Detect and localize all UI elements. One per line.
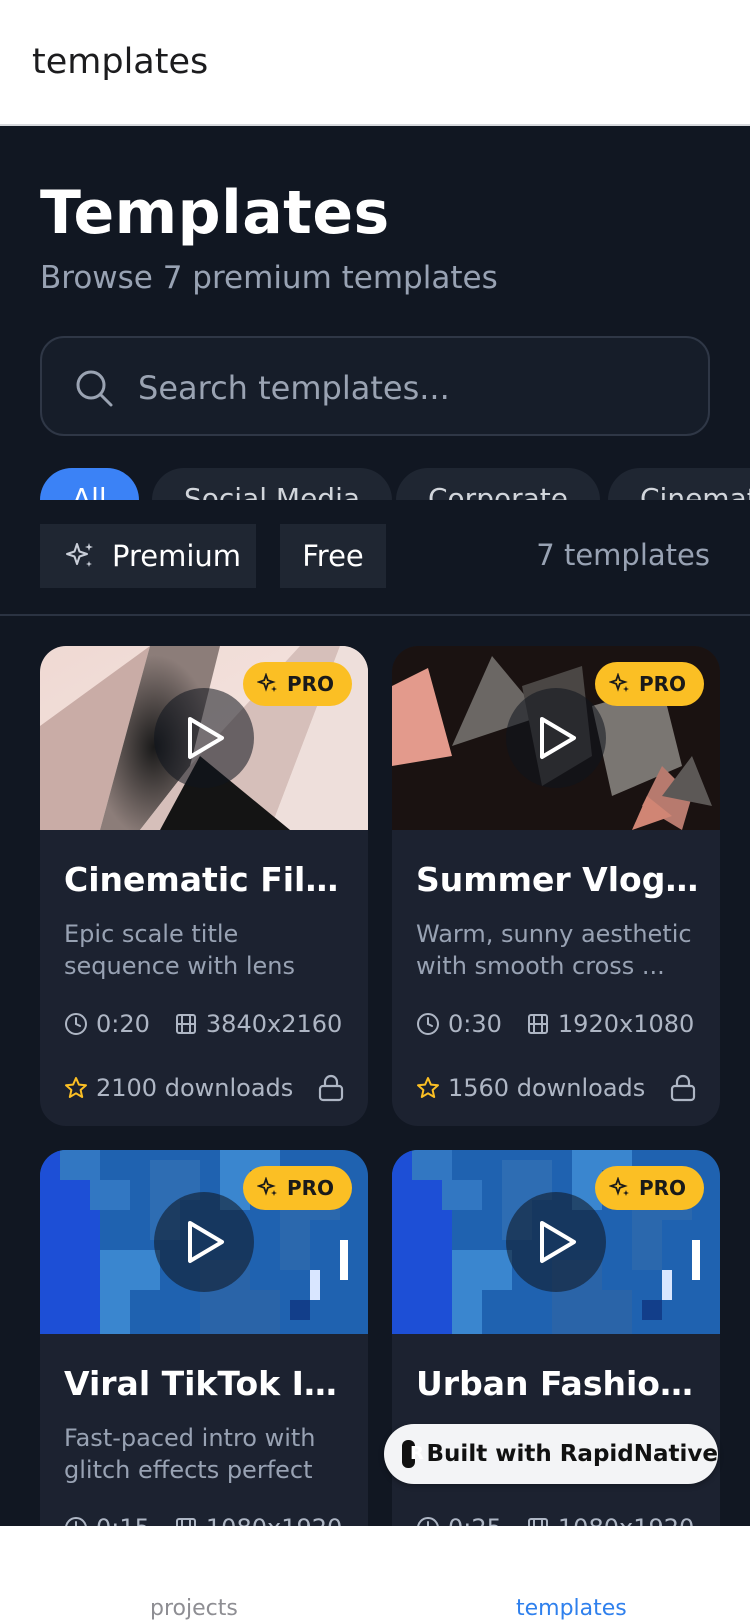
template-thumbnail[interactable]: PRO [392,1150,720,1334]
film-icon [527,1518,548,1526]
template-thumbnail[interactable]: PRO [392,646,720,830]
film-icon [175,1518,196,1526]
star-icon [65,1077,87,1098]
play-icon [188,1221,224,1263]
template-card[interactable]: PRO Viral TikTok Intro Fast-paced intro … [40,1150,368,1526]
tab-templates[interactable]: templates [516,1596,627,1624]
template-card[interactable]: PRO Summer Vlog M... Warm, sunny aesthet… [392,646,720,1126]
card-duration: 0:15 [96,1514,150,1526]
card-resolution: 3840x2160 [205,1010,343,1038]
category-chip-social-media[interactable]: Social Media [152,468,393,500]
star-icon [417,1077,439,1098]
card-description: Warm, sunny aesthetic with smooth cross … [416,920,692,980]
play-icon [540,1221,576,1263]
page-subtitle: Browse 7 premium templates [40,260,498,296]
card-title: Summer Vlog M... [416,860,700,899]
app-header: templates [0,0,750,126]
card-title: Urban Fashion ... [416,1364,700,1403]
card-title: Viral TikTok Intro [64,1364,348,1403]
pro-badge-label: PRO [638,1176,686,1200]
play-icon [188,717,224,759]
pro-badge: PRO [242,662,352,706]
card-duration: 0:20 [96,1010,150,1038]
sparkles-icon [608,1177,629,1196]
category-chip-cinematic[interactable]: Cinematic [608,468,750,500]
free-filter-button[interactable]: Free [280,524,386,588]
bottom-tab-bar: projects templates [0,1526,750,1624]
category-chip-all[interactable]: All [40,468,139,500]
search-box[interactable] [40,336,710,436]
template-card[interactable]: PRO Cinematic Film ... Epic scale title … [40,646,368,1126]
play-icon [540,717,576,759]
card-meta: 0:30 1920x1080 [416,1008,694,1040]
card-meta: 0:20 3840x2160 [64,1008,342,1040]
play-button[interactable] [154,688,254,788]
premium-filter-button[interactable]: Premium [40,524,256,588]
card-downloads-label: 2100 downloads [96,1074,294,1102]
card-duration: 0:25 [448,1514,502,1526]
page-title: Templates [40,178,390,248]
pro-badge: PRO [242,1166,352,1210]
search-input[interactable] [138,362,678,414]
clock-icon [417,1013,439,1035]
card-resolution: 1920x1080 [557,1010,695,1038]
sparkles-icon [256,673,277,692]
header-title: templates [32,42,209,82]
rapidnative-logo-icon: R [402,1440,424,1468]
card-meta: 0:25 1080x1920 [416,1512,694,1526]
pro-badge: PRO [594,662,704,706]
template-count: 7 templates [536,538,710,572]
filter-bar: Premium Free 7 templates [0,524,750,616]
sparkles-icon [256,1177,277,1196]
premium-filter-label: Premium [112,539,242,573]
card-duration: 0:30 [448,1010,502,1038]
play-button[interactable] [506,688,606,788]
card-downloads-label: 1560 downloads [448,1074,646,1102]
card-title: Cinematic Film ... [64,860,348,899]
pro-badge-label: PRO [286,1176,334,1200]
pro-badge-label: PRO [286,672,334,696]
lock-icon [318,1074,344,1102]
templates-screen[interactable]: Templates Browse 7 premium templates All… [0,128,750,1526]
card-downloads: 1560 downloads [416,1072,645,1104]
card-description: Fast-paced intro with glitch effects per… [64,1424,316,1484]
category-chip-corporate[interactable]: Corporate [396,468,600,500]
film-icon [527,1014,548,1034]
template-thumbnail[interactable]: PRO [40,646,368,830]
pro-badge: PRO [594,1166,704,1210]
play-button[interactable] [154,1192,254,1292]
card-meta: 0:15 1080x1920 [64,1512,342,1526]
template-thumbnail[interactable]: PRO [40,1150,368,1334]
card-downloads: 2100 downloads [64,1072,293,1104]
built-with-label: Built with RapidNative [426,1441,718,1467]
card-resolution: 1080x1920 [558,1514,694,1526]
sparkles-icon [66,543,93,567]
card-resolution: 1080x1920 [206,1514,342,1526]
card-description: Epic scale title sequence with lens flar… [64,920,295,980]
clock-icon [65,1517,87,1526]
clock-icon [65,1013,87,1035]
clock-icon [417,1517,439,1526]
category-chips: All Social Media Corporate Cinematic [40,468,750,500]
sparkles-icon [608,673,629,692]
search-icon [76,370,113,407]
built-with-rapidnative-badge[interactable]: R Built with RapidNative [384,1424,718,1484]
film-icon [175,1014,196,1034]
play-button[interactable] [506,1192,606,1292]
tab-projects[interactable]: projects [150,1596,238,1624]
lock-icon [670,1074,696,1102]
pro-badge-label: PRO [638,672,686,696]
